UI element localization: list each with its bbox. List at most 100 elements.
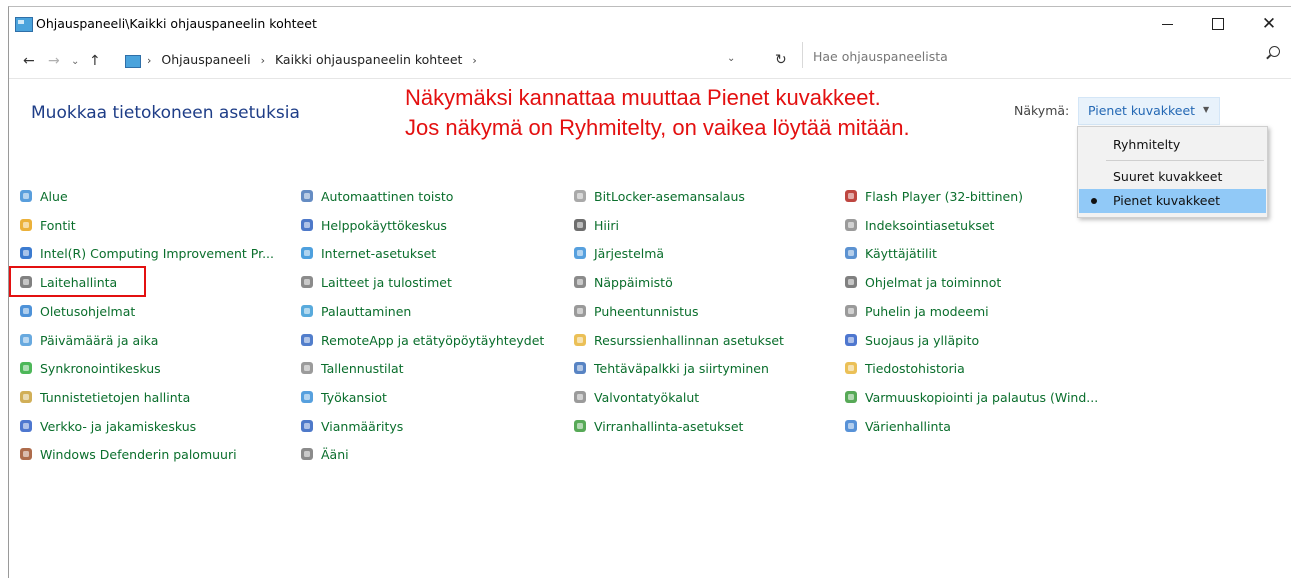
control-panel-item-label: Hiiri (594, 217, 619, 233)
control-panel-item[interactable]: BitLocker-asemansalaus (572, 186, 745, 206)
control-panel-item[interactable]: Palauttaminen (299, 301, 411, 321)
control-panel-item-label: Virranhallinta-asetukset (594, 418, 744, 434)
control-panel-item[interactable]: Tunnistetietojen hallinta (18, 387, 190, 407)
control-panel-item[interactable]: Internet-asetukset (299, 243, 436, 263)
breadcrumb: › Ohjauspaneeli › Kaikki ohjauspaneelin … (147, 52, 483, 67)
control-panel-item-label: Valvontatyökalut (594, 389, 700, 405)
control-panel-item[interactable]: Järjestelmä (572, 243, 664, 263)
control-panel-item[interactable]: Hiiri (572, 215, 619, 235)
control-panel-item[interactable]: Intel(R) Computing Improvement Pr... (18, 243, 274, 263)
view-option-small-icons[interactable]: Pienet kuvakkeet (1079, 189, 1266, 213)
control-panel-item[interactable]: RemoteApp ja etätyöpöytäyhteydet (299, 330, 544, 350)
recent-locations-chevron-icon[interactable]: ⌄ (71, 56, 79, 67)
control-panel-item-label: Puheentunnistus (594, 303, 699, 319)
control-panel-item[interactable]: Verkko- ja jakamiskeskus (18, 416, 196, 436)
control-panel-item[interactable]: Suojaus ja ylläpito (843, 330, 979, 350)
control-panel-item-label: Näppäimistö (594, 274, 673, 290)
control-panel-item[interactable]: Ääni (299, 444, 349, 464)
close-button[interactable]: ✕ (1246, 7, 1291, 41)
phone-modem-icon (843, 303, 859, 319)
control-panel-item-label: Verkko- ja jakamiskeskus (40, 418, 197, 434)
selected-radio-dot-icon (1091, 198, 1097, 204)
control-panel-item-label: Palauttaminen (321, 303, 412, 319)
remote-desktop-icon (299, 332, 315, 348)
maximize-button[interactable] (1195, 7, 1241, 41)
control-panel-item[interactable]: Laitteet ja tulostimet (299, 272, 452, 292)
control-panel-item-label: Automaattinen toisto (321, 188, 454, 204)
breadcrumb-chevron-icon[interactable]: › (147, 54, 151, 67)
view-select[interactable]: Pienet kuvakkeet ▼ (1078, 97, 1220, 125)
menu-divider (1106, 160, 1264, 161)
control-panel-item-label: Varmuuskopiointi ja palautus (Wind... (865, 389, 1099, 405)
up-arrow-icon[interactable]: ↑ (89, 53, 101, 69)
control-panel-item-label: Tallennustilat (321, 360, 404, 376)
control-panel-item-label: Suojaus ja ylläpito (865, 332, 980, 348)
control-panel-item[interactable]: Värienhallinta (843, 416, 951, 436)
control-panel-item[interactable]: Windows Defenderin palomuuri (18, 444, 237, 464)
title-bar[interactable]: Ohjauspaneeli\Kaikki ohjauspaneelin koht… (9, 7, 1291, 43)
control-panel-item[interactable]: Tallennustilat (299, 358, 404, 378)
backup-icon (843, 389, 859, 405)
breadcrumb-chevron-icon[interactable]: › (261, 54, 265, 67)
breadcrumb-item-control-panel[interactable]: Ohjauspaneeli (161, 52, 250, 67)
control-panel-item[interactable]: Alue (18, 186, 68, 206)
control-panel-item[interactable]: Tiedostohistoria (843, 358, 965, 378)
sync-icon (18, 360, 34, 376)
font-icon (18, 217, 34, 233)
refresh-icon[interactable]: ↻ (775, 52, 787, 68)
control-panel-item-label: Indeksointiasetukset (865, 217, 995, 233)
control-panel-item-label: Tunnistetietojen hallinta (40, 389, 191, 405)
page-title: Muokkaa tietokoneen asetuksia (31, 103, 300, 123)
address-dropdown-chevron-icon[interactable]: ⌄ (727, 53, 735, 64)
address-bar[interactable]: › Ohjauspaneeli › Kaikki ohjauspaneelin … (115, 48, 761, 73)
minimize-button[interactable] (1144, 7, 1190, 41)
control-panel-item[interactable]: Näppäimistö (572, 272, 673, 292)
view-option-large-icons[interactable]: Suuret kuvakkeet (1079, 165, 1266, 189)
control-panel-item[interactable]: Automaattinen toisto (299, 186, 453, 206)
breadcrumb-chevron-icon[interactable]: › (472, 54, 476, 67)
control-panel-item[interactable]: Laitehallinta (18, 272, 117, 292)
control-panel-item[interactable]: Flash Player (32-bittinen) (843, 186, 1023, 206)
control-panel-item[interactable]: Fontit (18, 215, 76, 235)
control-panel-item-label: Järjestelmä (594, 245, 665, 261)
control-panel-item[interactable]: Puheentunnistus (572, 301, 698, 321)
search-icon[interactable] (1269, 46, 1280, 57)
control-panel-item[interactable]: Virranhallinta-asetukset (572, 416, 743, 436)
programs-features-icon (843, 274, 859, 290)
firewall-icon (18, 446, 34, 462)
back-arrow-icon[interactable]: ← (23, 53, 35, 69)
control-panel-item[interactable]: Varmuuskopiointi ja palautus (Wind... (843, 387, 1098, 407)
view-option-grouped[interactable]: Ryhmitelty (1079, 133, 1266, 157)
control-panel-item[interactable]: Ohjelmat ja toiminnot (843, 272, 1001, 292)
control-panel-item[interactable]: Oletusohjelmat (18, 301, 135, 321)
search-box[interactable] (802, 42, 1291, 68)
control-panel-item[interactable]: Synkronointikeskus (18, 358, 161, 378)
control-panel-item[interactable]: Helppokäyttökeskus (299, 215, 447, 235)
control-panel-item[interactable]: Valvontatyökalut (572, 387, 699, 407)
minimize-icon (1161, 23, 1173, 25)
control-panel-item[interactable]: Työkansiot (299, 387, 387, 407)
control-panel-item-label: Flash Player (32-bittinen) (865, 188, 1023, 204)
control-panel-item[interactable]: Indeksointiasetukset (843, 215, 994, 235)
control-panel-icon (15, 17, 33, 32)
control-panel-item[interactable]: Puhelin ja modeemi (843, 301, 989, 321)
annotation-text: Näkymäksi kannattaa muuttaa Pienet kuvak… (405, 83, 910, 143)
control-panel-item[interactable]: Käyttäjätilit (843, 243, 937, 263)
control-panel-item-label: Tehtäväpalkki ja siirtyminen (594, 360, 769, 376)
control-panel-item-label: Tiedostohistoria (865, 360, 965, 376)
bitlocker-icon (572, 188, 588, 204)
search-input[interactable] (811, 46, 1255, 66)
control-panel-item[interactable]: Päivämäärä ja aika (18, 330, 158, 350)
maximize-icon (1212, 18, 1224, 30)
forward-arrow-icon[interactable]: → (48, 53, 60, 69)
view-menu: Ryhmitelty Suuret kuvakkeet Pienet kuvak… (1077, 126, 1268, 218)
control-panel-item[interactable]: Vianmääritys (299, 416, 403, 436)
breadcrumb-item-all-items[interactable]: Kaikki ohjauspaneelin kohteet (275, 52, 462, 67)
control-panel-item-label: Laitehallinta (40, 274, 118, 290)
control-panel-item[interactable]: Tehtäväpalkki ja siirtyminen (572, 358, 769, 378)
troubleshooting-icon (299, 418, 315, 434)
window-title: Ohjauspaneeli\Kaikki ohjauspaneelin koht… (36, 16, 317, 31)
default-programs-icon (18, 303, 34, 319)
control-panel-item[interactable]: Resurssienhallinnan asetukset (572, 330, 784, 350)
file-history-icon (843, 360, 859, 376)
